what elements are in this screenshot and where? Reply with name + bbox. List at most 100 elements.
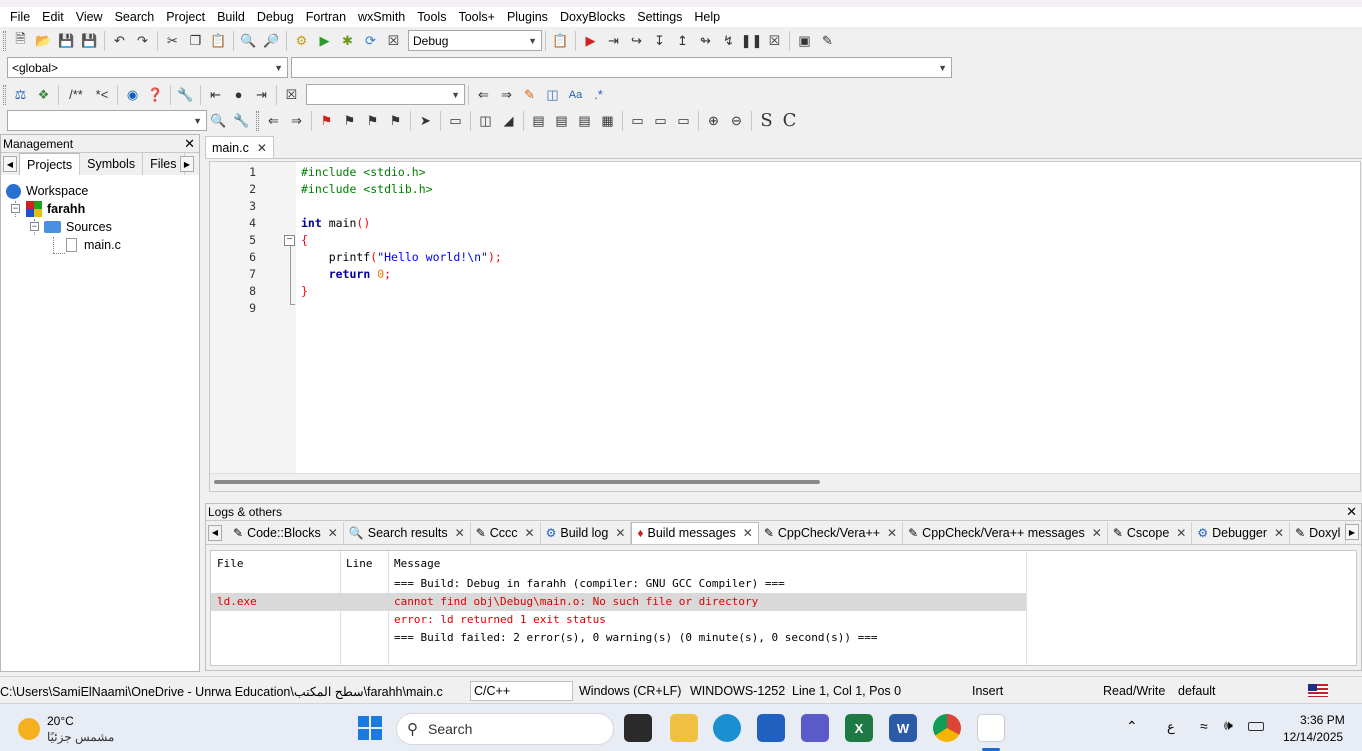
regex-icon[interactable]: .* xyxy=(588,84,609,105)
redo-icon[interactable]: ↷ xyxy=(132,30,153,51)
menu-wxsmith[interactable]: wxSmith xyxy=(352,10,411,24)
match-case-icon[interactable]: Aa xyxy=(565,84,586,105)
chrome-icon[interactable] xyxy=(933,714,961,742)
pointer-icon[interactable]: ➤ xyxy=(415,110,436,131)
collapse-icon[interactable]: − xyxy=(11,204,20,213)
collapse-icon[interactable]: − xyxy=(30,222,39,231)
search-combo[interactable]: ▼ xyxy=(7,110,207,131)
tab-cccc[interactable]: ✎ Cccc ✕ xyxy=(471,521,541,544)
start-button[interactable] xyxy=(358,716,382,740)
menu-doxyblocks[interactable]: DoxyBlocks xyxy=(554,10,631,24)
menu-fortran[interactable]: Fortran xyxy=(300,10,352,24)
close-icon[interactable]: ✕ xyxy=(184,136,195,152)
next-bookmark-icon[interactable]: ⇥ xyxy=(251,84,272,105)
options-icon[interactable]: ◫ xyxy=(542,84,563,105)
layout-d-icon[interactable]: ▦ xyxy=(597,110,618,131)
block-comment-button[interactable]: /** xyxy=(63,84,89,105)
menu-view[interactable]: View xyxy=(70,10,109,24)
save-all-icon[interactable]: 💾 xyxy=(79,30,100,51)
tab-cppcheck-messages[interactable]: ✎ CppCheck/Vera++ messages ✕ xyxy=(903,521,1108,544)
tab-scroll-left-icon[interactable]: ◀ xyxy=(3,156,17,172)
shape-rect-icon[interactable]: ▭ xyxy=(445,110,466,131)
tree-item-workspace[interactable]: Workspace xyxy=(6,182,88,200)
zoom-in-icon[interactable]: ⊕ xyxy=(703,110,724,131)
tab-scroll-right-icon[interactable]: ▶ xyxy=(1345,524,1359,540)
run-icon[interactable]: ▶ xyxy=(314,30,335,51)
step-instruction-icon[interactable]: ↯ xyxy=(718,30,739,51)
extract-icon[interactable]: ❖ xyxy=(33,84,54,105)
tab-codeblocks[interactable]: ✎ Code::Blocks ✕ xyxy=(228,521,344,544)
clock-date[interactable]: 12/14/2025 xyxy=(1283,730,1343,744)
clock-time[interactable]: 3:36 PM xyxy=(1300,713,1345,727)
undo-icon[interactable]: ↶ xyxy=(109,30,130,51)
column-header-file[interactable]: File xyxy=(217,557,244,570)
s-button[interactable]: S xyxy=(756,110,777,131)
prev-flag-icon[interactable]: ⚑ xyxy=(339,110,360,131)
shape-c-icon[interactable]: ▭ xyxy=(673,110,694,131)
edge-icon[interactable] xyxy=(713,714,741,742)
tab-cscope[interactable]: ✎ Cscope ✕ xyxy=(1108,521,1193,544)
tree-item-project[interactable]: farahh xyxy=(26,200,85,218)
target-options-icon[interactable]: 📋 xyxy=(550,30,571,51)
shape-split-icon[interactable]: ◫ xyxy=(475,110,496,131)
scrollbar-thumb[interactable] xyxy=(214,480,820,484)
paste-icon[interactable]: 📋 xyxy=(208,30,229,51)
close-icon[interactable]: ✕ xyxy=(455,526,465,540)
menu-file[interactable]: File xyxy=(4,10,36,24)
menu-build[interactable]: Build xyxy=(211,10,251,24)
pause-icon[interactable]: ❚❚ xyxy=(741,30,763,51)
toolbar-grip[interactable] xyxy=(256,110,259,131)
rebuild-icon[interactable]: ⟳ xyxy=(360,30,381,51)
table-row[interactable]: error: ld returned 1 exit status xyxy=(211,611,1026,629)
layout-b-icon[interactable]: ▤ xyxy=(551,110,572,131)
shape-a-icon[interactable]: ▭ xyxy=(627,110,648,131)
battery-icon[interactable] xyxy=(1248,722,1264,731)
toggle-bookmark-icon[interactable]: ● xyxy=(228,84,249,105)
doxywizard-icon[interactable]: ⚖ xyxy=(10,84,31,105)
task-view-icon[interactable] xyxy=(624,714,652,742)
menu-plugins[interactable]: Plugins xyxy=(501,10,554,24)
menu-settings[interactable]: Settings xyxy=(631,10,688,24)
next-line-icon[interactable]: ↪ xyxy=(626,30,647,51)
debug-start-icon[interactable]: ▶ xyxy=(580,30,601,51)
close-icon[interactable]: ✕ xyxy=(525,526,535,540)
thread-search-icon[interactable]: ☒ xyxy=(281,84,302,105)
teams-icon[interactable] xyxy=(801,714,829,742)
clear-flags-icon[interactable]: ⚑ xyxy=(385,110,406,131)
new-file-icon[interactable]: 🗎 xyxy=(10,30,31,51)
codeblocks-icon[interactable] xyxy=(977,714,1005,742)
close-icon[interactable]: ✕ xyxy=(1092,526,1102,540)
preferences-icon[interactable]: 🔧 xyxy=(175,84,196,105)
menu-tools-plus[interactable]: Tools+ xyxy=(452,10,500,24)
tab-build-log[interactable]: ⚙ Build log ✕ xyxy=(541,521,632,544)
table-row[interactable]: === Build: Debug in farahh (compiler: GN… xyxy=(211,575,1026,593)
close-icon[interactable]: ✕ xyxy=(615,526,625,540)
excel-icon[interactable]: X xyxy=(845,714,873,742)
weather-widget[interactable]: 20°C مشمس جزئيًا xyxy=(16,712,136,746)
save-icon[interactable]: 💾 xyxy=(56,30,77,51)
prev-bookmark-icon[interactable]: ⇤ xyxy=(205,84,226,105)
tree-item-sources[interactable]: Sources xyxy=(44,218,112,236)
search-settings-icon[interactable]: 🔧 xyxy=(231,110,252,131)
build-gear-icon[interactable]: ⚙ xyxy=(291,30,312,51)
tree-item-main-c[interactable]: main.c xyxy=(66,236,121,254)
horizontal-scrollbar[interactable] xyxy=(210,473,1360,491)
volume-icon[interactable]: 🕪 xyxy=(1224,717,1233,734)
code-editor[interactable]: 1 2 3 4 5 6 7 8 9 − #include <stdio.h> #… xyxy=(209,161,1361,492)
thread-search-input[interactable]: ▼ xyxy=(306,84,465,105)
tab-projects[interactable]: Projects xyxy=(19,153,81,175)
replace-icon[interactable]: 🔎 xyxy=(261,30,282,51)
tab-symbols[interactable]: Symbols xyxy=(80,153,144,175)
scope-select[interactable]: <global> ▼ xyxy=(7,57,288,78)
debug-windows-icon[interactable]: ▣ xyxy=(794,30,815,51)
open-icon[interactable]: 📂 xyxy=(33,30,54,51)
jump-forward-icon[interactable]: ⇒ xyxy=(286,110,307,131)
table-row[interactable]: ld.exe cannot find obj\Debug\main.o: No … xyxy=(211,593,1026,611)
cut-icon[interactable]: ✂ xyxy=(162,30,183,51)
menu-debug[interactable]: Debug xyxy=(251,10,300,24)
run-to-cursor-icon[interactable]: ⇥ xyxy=(603,30,624,51)
shape-b-icon[interactable]: ▭ xyxy=(650,110,671,131)
search-icon[interactable]: 🔍 xyxy=(208,110,229,131)
back-arrow-icon[interactable]: ⇐ xyxy=(473,84,494,105)
close-icon[interactable]: ✕ xyxy=(1346,504,1357,520)
